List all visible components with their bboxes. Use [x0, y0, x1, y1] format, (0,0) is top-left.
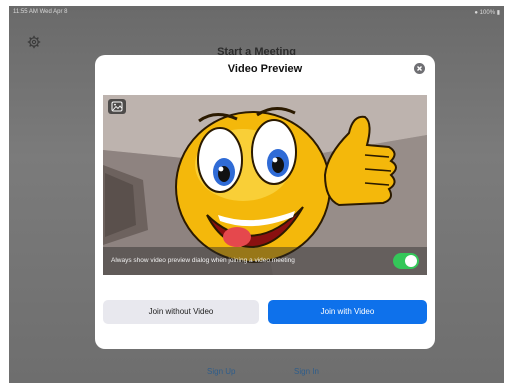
virtual-background-icon[interactable]	[108, 99, 126, 114]
close-icon[interactable]	[414, 63, 425, 74]
dialog-title: Video Preview	[227, 63, 303, 75]
join-with-video-button[interactable]: Join with Video	[268, 300, 427, 324]
preview-option-bar: Always show video preview dialog when jo…	[103, 247, 427, 275]
join-without-video-button[interactable]: Join without Video	[103, 300, 259, 324]
toggle-knob	[405, 255, 417, 267]
always-show-preview-label: Always show video preview dialog when jo…	[111, 257, 295, 264]
status-bar: 11:55 AM Wed Apr 8 ● 100% ▮	[9, 6, 504, 20]
status-time: 11:55 AM Wed Apr 8	[13, 9, 68, 15]
video-preview-dialog: Video Preview Always show video preview …	[95, 55, 435, 349]
always-show-preview-toggle[interactable]	[393, 253, 419, 269]
sign-up-link[interactable]: Sign Up	[207, 367, 235, 376]
camera-preview: Always show video preview dialog when jo…	[103, 95, 427, 275]
status-battery: ● 100% ▮	[474, 10, 500, 16]
sign-in-link[interactable]: Sign In	[294, 367, 319, 376]
